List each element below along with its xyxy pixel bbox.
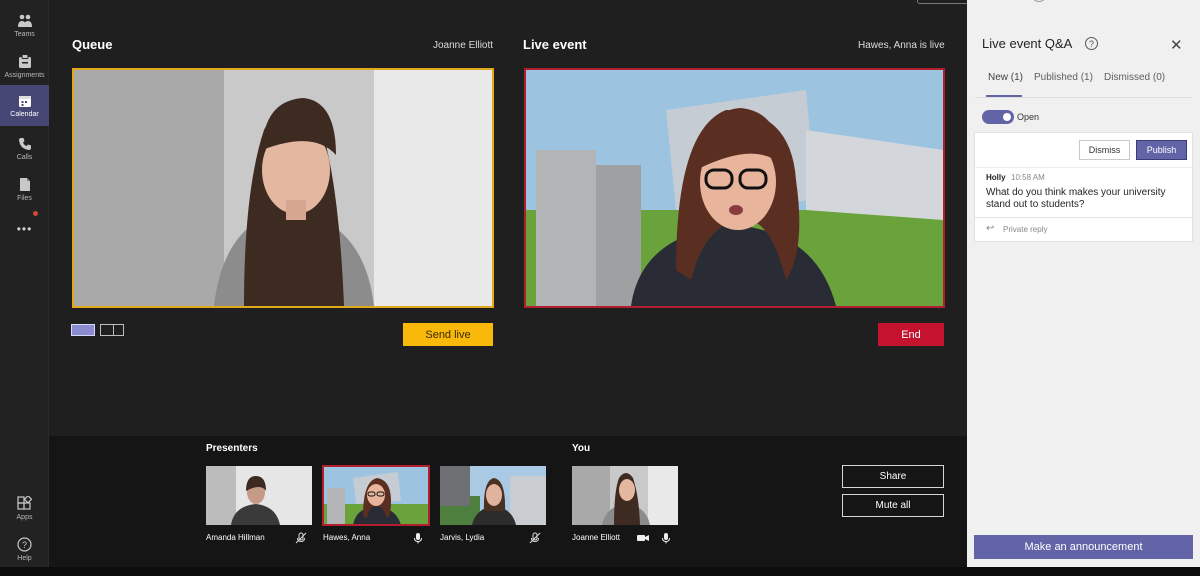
presenter-name-anna: Hawes, Anna xyxy=(323,533,371,542)
more-icon: ••• xyxy=(16,222,33,236)
live-status: Hawes, Anna is live xyxy=(858,40,945,51)
question-card: Dismiss Publish Holly 10:58 AM What do y… xyxy=(974,132,1194,242)
qa-panel: Live event Q&A ? ✕ New (1) Published (1)… xyxy=(967,0,1200,576)
tab-dismissed[interactable]: Dismissed (0) xyxy=(1104,72,1165,83)
mic-icon[interactable] xyxy=(660,531,672,544)
presenters-label: Presenters xyxy=(206,443,258,454)
rail-label-assignments: Assignments xyxy=(4,71,45,79)
phone-icon xyxy=(17,136,33,152)
help-circle-icon[interactable]: ? xyxy=(1085,37,1098,50)
rail-label-apps: Apps xyxy=(16,513,33,521)
file-icon xyxy=(17,177,33,193)
share-button[interactable]: Share xyxy=(842,465,944,488)
rail-item-apps[interactable]: Apps xyxy=(0,488,49,528)
queue-video[interactable] xyxy=(72,68,494,308)
queue-presenter-name: Joanne Elliott xyxy=(433,40,494,51)
presenter-thumbnail-amanda[interactable] xyxy=(206,466,312,525)
rail-item-calendar[interactable]: Calendar xyxy=(0,85,49,126)
tab-new[interactable]: New (1) xyxy=(988,72,1023,83)
presenters-strip: Presenters You Amanda Hillman Hawes, Ann… xyxy=(49,436,967,576)
you-label: You xyxy=(572,443,591,454)
app-rail: Teams Assignments Calendar Calls Files •… xyxy=(0,0,49,576)
qa-open-toggle[interactable] xyxy=(982,110,1014,124)
question-time: 10:58 AM xyxy=(1011,173,1045,182)
assignments-icon xyxy=(17,54,33,70)
tab-published[interactable]: Published (1) xyxy=(1034,72,1093,83)
rail-label-teams: Teams xyxy=(14,30,35,38)
card-divider xyxy=(975,167,1194,168)
dismiss-button[interactable]: Dismiss xyxy=(1079,140,1130,160)
presenter-video-amanda xyxy=(206,466,312,525)
calendar-icon xyxy=(17,93,33,109)
tabs-divider xyxy=(975,97,1192,98)
live-event-title: Live event xyxy=(523,37,587,52)
reply-arrow-icon: ↩ xyxy=(986,223,995,234)
mute-all-button[interactable]: Mute all xyxy=(842,494,944,517)
apps-icon xyxy=(17,496,33,512)
mic-muted-icon xyxy=(529,531,541,544)
rail-label-calendar: Calendar xyxy=(10,111,39,118)
presenter-video-anna xyxy=(323,466,429,525)
close-icon[interactable]: ✕ xyxy=(1170,36,1183,54)
rail-label-files: Files xyxy=(17,194,32,202)
teams-live-event-window: Teams Assignments Calendar Calls Files •… xyxy=(0,0,1200,576)
layout-side-by-side-button[interactable] xyxy=(100,324,124,336)
question-author: Holly xyxy=(986,173,1006,182)
presenter-name-lydia: Jarvis, Lydia xyxy=(440,533,485,542)
self-video-thumbnail[interactable] xyxy=(572,466,678,525)
send-live-button[interactable]: Send live xyxy=(403,323,493,346)
presenter-thumbnail-anna[interactable] xyxy=(322,465,430,526)
presenter-video-lydia xyxy=(440,466,546,525)
qa-panel-title: Live event Q&A xyxy=(982,36,1073,51)
queue-title: Queue xyxy=(72,37,113,52)
layout-single-button[interactable] xyxy=(71,324,95,336)
card-divider xyxy=(975,217,1194,218)
presenter-name-amanda: Amanda Hillman xyxy=(206,533,265,542)
help-icon: ? xyxy=(17,537,33,553)
live-video[interactable] xyxy=(524,68,945,308)
private-reply-link[interactable]: Private reply xyxy=(1003,225,1047,234)
make-announcement-button[interactable]: Make an announcement xyxy=(974,535,1193,559)
end-event-button[interactable]: End xyxy=(878,323,944,346)
camera-icon[interactable] xyxy=(636,531,650,543)
question-text: What do you think makes your university … xyxy=(986,187,1166,210)
teams-icon xyxy=(17,13,33,29)
self-video-feed xyxy=(572,466,678,525)
rail-item-assignments[interactable]: Assignments xyxy=(0,46,49,86)
rail-label-calls: Calls xyxy=(16,153,33,161)
notification-dot xyxy=(33,211,38,216)
producer-view: Queue Joanne Elliott Send live Live even… xyxy=(49,0,991,436)
presenter-thumbnail-lydia[interactable] xyxy=(440,466,546,525)
rail-label-help: Help xyxy=(17,554,32,562)
qa-open-label: Open xyxy=(1017,112,1040,122)
live-video-feed xyxy=(526,70,943,306)
toggle-knob xyxy=(1003,113,1011,121)
rail-item-more[interactable]: ••• xyxy=(0,208,49,248)
rail-item-teams[interactable]: Teams xyxy=(0,5,49,45)
rail-item-help[interactable]: ? Help xyxy=(0,529,49,569)
self-name: Joanne Elliott xyxy=(572,533,621,542)
publish-button[interactable]: Publish xyxy=(1136,140,1187,160)
svg-text:?: ? xyxy=(22,540,27,550)
taskbar-edge xyxy=(0,567,1200,576)
rail-item-files[interactable]: Files xyxy=(0,169,49,209)
mic-muted-icon xyxy=(295,531,307,544)
avatar[interactable] xyxy=(1031,0,1047,2)
rail-item-calls[interactable]: Calls xyxy=(0,128,49,168)
mic-icon xyxy=(412,531,424,544)
queue-video-feed xyxy=(74,70,492,306)
